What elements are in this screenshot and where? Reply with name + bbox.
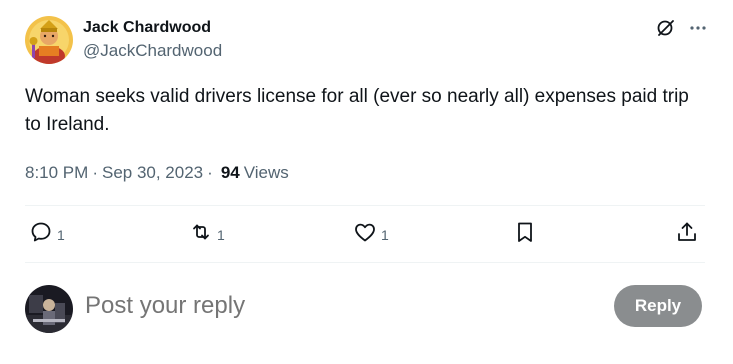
reply-input[interactable] bbox=[85, 291, 485, 321]
meta-separator: · bbox=[92, 163, 98, 182]
more-icon[interactable] bbox=[688, 18, 708, 38]
reply-count: 1 bbox=[57, 227, 65, 243]
views-count: 94 bbox=[220, 163, 240, 182]
bookmark-icon bbox=[513, 220, 537, 249]
share-action[interactable] bbox=[675, 210, 699, 258]
divider bbox=[25, 205, 705, 206]
reply-composer: Reply bbox=[25, 283, 705, 333]
tweet-time[interactable]: 8:10 PM bbox=[25, 162, 88, 184]
reply-button[interactable]: Reply bbox=[614, 285, 702, 327]
author-avatar[interactable] bbox=[25, 16, 73, 64]
repost-icon bbox=[189, 220, 213, 249]
like-action[interactable]: 1 bbox=[353, 210, 389, 258]
tweet-date[interactable]: Sep 30, 2023 bbox=[102, 162, 203, 184]
tweet-meta: 8:10 PM · Sep 30, 2023 · 94 Views bbox=[25, 162, 289, 184]
like-icon bbox=[353, 220, 377, 249]
tweet-top-actions bbox=[656, 18, 708, 38]
reply-action[interactable]: 1 bbox=[29, 210, 65, 258]
reply-icon bbox=[29, 220, 53, 249]
tweet: Jack Chardwood @JackChardwood Woman seek… bbox=[0, 0, 733, 364]
repost-action[interactable]: 1 bbox=[189, 210, 225, 258]
bookmark-action[interactable] bbox=[513, 210, 537, 258]
tweet-text: Woman seeks valid drivers license for al… bbox=[25, 86, 689, 135]
author-display-name[interactable]: Jack Chardwood bbox=[83, 18, 222, 38]
divider bbox=[25, 262, 705, 263]
share-icon bbox=[675, 220, 699, 249]
repost-count: 1 bbox=[217, 227, 225, 243]
grok-icon[interactable] bbox=[656, 18, 676, 38]
views-label: Views bbox=[243, 163, 289, 182]
author-handle[interactable]: @JackChardwood bbox=[83, 40, 222, 62]
action-bar: 1 1 1 bbox=[25, 210, 705, 258]
user-avatar[interactable] bbox=[25, 285, 73, 333]
like-count: 1 bbox=[381, 227, 389, 243]
meta-separator: · bbox=[207, 163, 213, 182]
author-info: Jack Chardwood @JackChardwood bbox=[83, 18, 222, 62]
